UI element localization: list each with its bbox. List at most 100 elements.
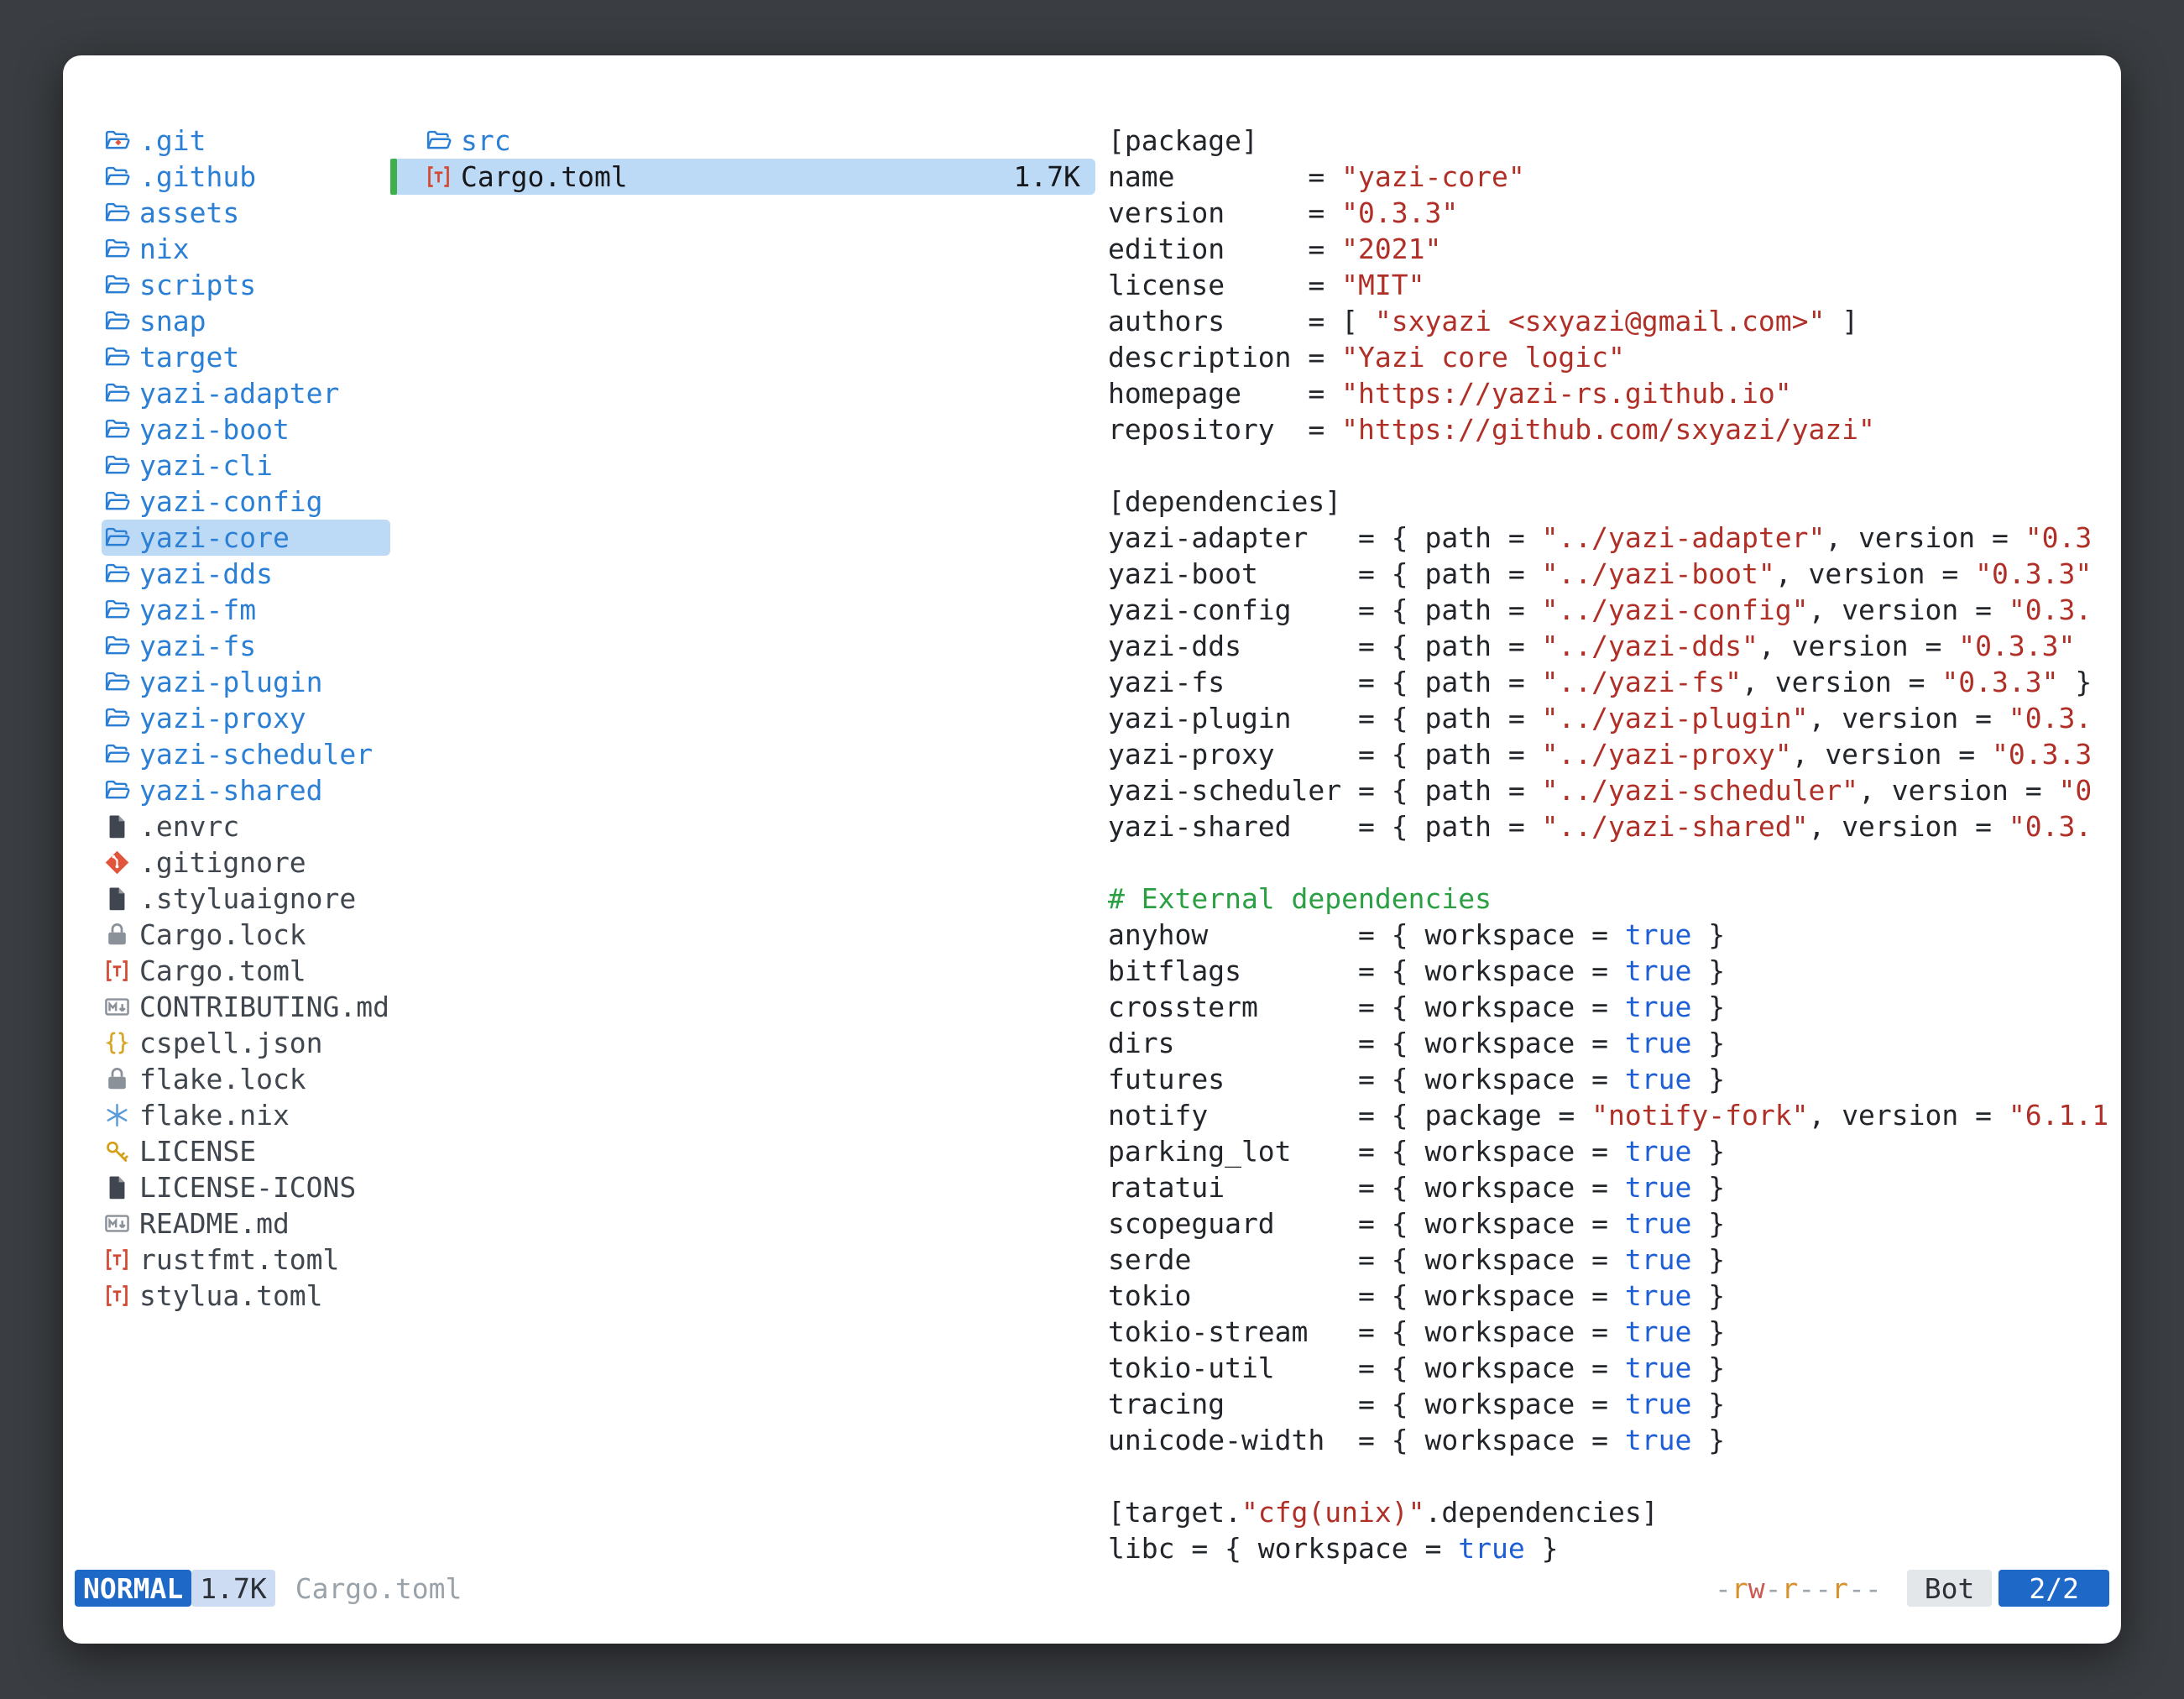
toml-token: true <box>1625 1135 1691 1168</box>
parent-item-yazi-core[interactable]: yazi-core <box>102 520 390 556</box>
parent-item-.envrc[interactable]: .envrc <box>102 808 390 844</box>
current-item-src[interactable]: src <box>390 123 1095 159</box>
parent-item-Cargo.lock[interactable]: Cargo.lock <box>102 917 390 953</box>
preview-line: authors = [ "sxyazi <sxyazi@gmail.com>" … <box>1108 303 2108 339</box>
toml-token: , version = <box>1808 702 2008 734</box>
file-name: .git <box>139 123 206 159</box>
toml-token: "MIT" <box>1341 269 1424 301</box>
toml-token: "../yazi-dds" <box>1542 630 1758 662</box>
toml-token: } <box>1691 1279 1725 1312</box>
parent-item-nix[interactable]: nix <box>102 231 390 267</box>
parent-item-cspell.json[interactable]: cspell.json <box>102 1025 390 1061</box>
parent-item-yazi-config[interactable]: yazi-config <box>102 484 390 520</box>
toml-token: "https://yazi-rs.github.io" <box>1341 377 1791 410</box>
toml-token: yazi-plugin = { path = <box>1108 702 1542 734</box>
lock-icon <box>103 1065 131 1093</box>
current-item-Cargo.toml[interactable]: Cargo.toml1.7K <box>390 159 1095 195</box>
parent-item-target[interactable]: target <box>102 339 390 375</box>
folder-icon <box>103 235 131 263</box>
preview-line: tracing = { workspace = true } <box>1108 1386 2108 1422</box>
preview-line: edition = "2021" <box>1108 231 2108 267</box>
parent-item-.git[interactable]: .git <box>102 123 390 159</box>
toml-token: repository = <box>1108 413 1341 446</box>
toml-token: true <box>1625 918 1691 951</box>
toml-token: # External dependencies <box>1108 882 1492 915</box>
folder-icon <box>103 416 131 443</box>
preview-line: name = "yazi-core" <box>1108 159 2108 195</box>
toml-token: dirs = { workspace = <box>1108 1027 1625 1059</box>
toml-token: parking_lot = { workspace = <box>1108 1135 1625 1168</box>
file-name: snap <box>139 303 206 339</box>
toml-token: true <box>1625 954 1691 987</box>
folder-icon <box>103 452 131 479</box>
perm-char: - <box>1715 1572 1732 1605</box>
preview-line: notify = { package = "notify-fork", vers… <box>1108 1097 2108 1133</box>
toml-token: tokio-util = { workspace = <box>1108 1351 1625 1384</box>
toml-token: "../yazi-fs" <box>1542 666 1742 698</box>
parent-item-LICENSE[interactable]: LICENSE <box>102 1133 390 1169</box>
file-name: Cargo.lock <box>139 917 306 953</box>
parent-item-yazi-fs[interactable]: yazi-fs <box>102 628 390 664</box>
parent-item-yazi-fm[interactable]: yazi-fm <box>102 592 390 628</box>
parent-item-.styluaignore[interactable]: .styluaignore <box>102 881 390 917</box>
parent-item-assets[interactable]: assets <box>102 195 390 231</box>
parent-item-yazi-boot[interactable]: yazi-boot <box>102 411 390 447</box>
toml-token: "0.3. <box>2009 702 2092 734</box>
parent-item-flake.lock[interactable]: flake.lock <box>102 1061 390 1097</box>
parent-item-yazi-cli[interactable]: yazi-cli <box>102 447 390 484</box>
toml-token: edition = <box>1108 233 1341 265</box>
markdown-icon <box>103 1210 131 1237</box>
preview-line <box>1108 447 2108 484</box>
preview-line: scopeguard = { workspace = true } <box>1108 1205 2108 1242</box>
file-name: Cargo.toml <box>461 159 628 195</box>
toml-token: true <box>1625 1243 1691 1276</box>
toml-token: } <box>1691 1171 1725 1204</box>
parent-item-LICENSE-ICONS[interactable]: LICENSE-ICONS <box>102 1169 390 1205</box>
folder-icon <box>103 740 131 768</box>
parent-item-.github[interactable]: .github <box>102 159 390 195</box>
parent-item-yazi-plugin[interactable]: yazi-plugin <box>102 664 390 700</box>
toml-token: "../yazi-config" <box>1542 593 1809 626</box>
toml-token: "0.3.3" <box>1941 666 2058 698</box>
parent-item-yazi-dds[interactable]: yazi-dds <box>102 556 390 592</box>
parent-item-flake.nix[interactable]: flake.nix <box>102 1097 390 1133</box>
parent-item-rustfmt.toml[interactable]: rustfmt.toml <box>102 1242 390 1278</box>
toml-token: true <box>1625 1424 1691 1456</box>
toml-token: anyhow = { workspace = <box>1108 918 1625 951</box>
toml-token: "https://github.com/sxyazi/yazi" <box>1341 413 1875 446</box>
preview-line: ratatui = { workspace = true } <box>1108 1169 2108 1205</box>
file-icon <box>103 813 131 840</box>
parent-item-CONTRIBUTING.md[interactable]: CONTRIBUTING.md <box>102 989 390 1025</box>
toml-token: futures = { workspace = <box>1108 1063 1625 1095</box>
parent-item-yazi-proxy[interactable]: yazi-proxy <box>102 700 390 736</box>
git-icon <box>103 849 131 876</box>
toml-token: } <box>1525 1532 1559 1565</box>
toml-token: } <box>1691 1027 1725 1059</box>
preview-pane: [package]name = "yazi-core"version = "0.… <box>1108 123 2108 1566</box>
parent-pane: .git.githubassetsnixscriptssnaptargetyaz… <box>102 123 390 1314</box>
parent-item-.gitignore[interactable]: .gitignore <box>102 844 390 881</box>
parent-item-README.md[interactable]: README.md <box>102 1205 390 1242</box>
toml-token: serde = { workspace = <box>1108 1243 1625 1276</box>
parent-item-yazi-adapter[interactable]: yazi-adapter <box>102 375 390 411</box>
preview-line <box>1108 1458 2108 1494</box>
file-name: flake.nix <box>139 1097 290 1133</box>
toml-token: yazi-dds = { path = <box>1108 630 1542 662</box>
preview-line: dirs = { workspace = true } <box>1108 1025 2108 1061</box>
preview-line: [dependencies] <box>1108 484 2108 520</box>
parent-item-stylua.toml[interactable]: stylua.toml <box>102 1278 390 1314</box>
file-name: CONTRIBUTING.md <box>139 989 389 1025</box>
preview-line: yazi-plugin = { path = "../yazi-plugin",… <box>1108 700 2108 736</box>
parent-item-Cargo.toml[interactable]: Cargo.toml <box>102 953 390 989</box>
license-icon <box>103 1137 131 1165</box>
parent-item-yazi-scheduler[interactable]: yazi-scheduler <box>102 736 390 772</box>
toml-token: "../yazi-proxy" <box>1542 738 1792 771</box>
toml-token: "sxyazi <sxyazi@gmail.com>" <box>1375 305 1825 337</box>
parent-item-yazi-shared[interactable]: yazi-shared <box>102 772 390 808</box>
perm-char: - <box>1765 1572 1782 1605</box>
markdown-icon <box>103 993 131 1021</box>
parent-item-snap[interactable]: snap <box>102 303 390 339</box>
toml-token: true <box>1625 1388 1691 1420</box>
parent-item-scripts[interactable]: scripts <box>102 267 390 303</box>
preview-line: crossterm = { workspace = true } <box>1108 989 2108 1025</box>
